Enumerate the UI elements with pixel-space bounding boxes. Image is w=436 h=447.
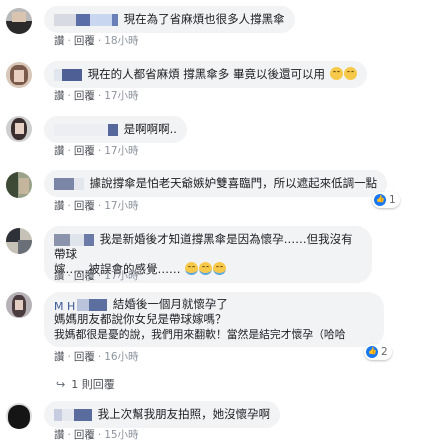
reply-link[interactable]: 回覆 bbox=[74, 351, 95, 363]
reaction-count[interactable]: 2 bbox=[364, 344, 392, 360]
comment-text: 據說撐傘是怕老天爺嫉妒雙喜臨門，所以遮起來低調一點 bbox=[89, 176, 378, 190]
comment-meta: 讚 · 回覆 · 17小時 bbox=[54, 145, 139, 157]
cry-emoji bbox=[213, 262, 227, 275]
commenter-name[interactable]: M H bbox=[54, 298, 108, 313]
like-link[interactable]: 讚 bbox=[54, 35, 65, 47]
like-link[interactable]: 讚 bbox=[54, 145, 65, 157]
reply-arrow-icon: ↪ bbox=[56, 377, 66, 391]
comment-text: 結婚後一個月就懷孕了 bbox=[112, 297, 228, 311]
reply-link[interactable]: 回覆 bbox=[74, 270, 95, 282]
timestamp: 18小時 bbox=[104, 35, 139, 47]
timestamp: 16小時 bbox=[104, 351, 139, 363]
reply-link[interactable]: 回覆 bbox=[74, 145, 95, 157]
comment-text: 我媽都很是憂的說，我們用來翻軟！當然是結完才懷孕（哈哈 bbox=[54, 328, 346, 341]
cry-emoji bbox=[199, 262, 213, 275]
cry-emoji bbox=[185, 262, 199, 275]
avatar[interactable] bbox=[6, 62, 32, 88]
commenter-name[interactable] bbox=[54, 123, 118, 136]
timestamp: 17小時 bbox=[104, 200, 139, 212]
timestamp: 17小時 bbox=[104, 270, 139, 282]
commenter-name[interactable] bbox=[54, 177, 84, 190]
reply-link[interactable]: 回覆 bbox=[74, 35, 95, 47]
like-icon bbox=[366, 346, 378, 358]
like-link[interactable]: 讚 bbox=[54, 429, 65, 441]
avatar[interactable] bbox=[6, 8, 32, 34]
reaction-count[interactable]: 1 bbox=[372, 192, 400, 208]
commenter-name[interactable] bbox=[54, 408, 92, 421]
comment-bubble: 據說撐傘是怕老天爺嫉妒雙喜臨門，所以遮起來低調一點 bbox=[44, 170, 388, 197]
laugh-emoji bbox=[343, 67, 357, 80]
avatar[interactable] bbox=[6, 228, 32, 254]
comment-meta: 讚 · 回覆 · 17小時 bbox=[54, 90, 139, 102]
timestamp: 17小時 bbox=[104, 90, 139, 102]
like-link[interactable]: 讚 bbox=[54, 90, 65, 102]
comment-meta: 讚 · 回覆 · 17小時 bbox=[54, 270, 139, 282]
like-link[interactable]: 讚 bbox=[54, 270, 65, 282]
comment-bubble: 現在為了省麻煩也很多人撐黑傘 bbox=[44, 6, 295, 33]
reply-link[interactable]: 回覆 bbox=[74, 429, 95, 441]
avatar[interactable] bbox=[6, 292, 32, 318]
comment-meta: 讚 · 回覆 · 17小時 bbox=[54, 200, 139, 212]
comment-bubble: M H 結婚後一個月就懷孕了 媽媽朋友都說你女兒是帶球嫁嗎？ 我媽都很是憂的說，… bbox=[44, 292, 384, 347]
comment-text: 我上次幫我朋友拍照，她沒懷孕啊 bbox=[97, 407, 271, 421]
comment-text: 我是新婚後才知道撐黑傘是因為懷孕……但我沒有帶球 bbox=[54, 232, 353, 261]
commenter-name[interactable] bbox=[54, 13, 118, 26]
laugh-emoji bbox=[329, 67, 343, 80]
comment-text: 是啊啊啊.. bbox=[123, 122, 177, 136]
reply-link[interactable]: 回覆 bbox=[74, 90, 95, 102]
like-icon bbox=[374, 194, 386, 206]
like-link[interactable]: 讚 bbox=[54, 200, 65, 212]
reply-link[interactable]: 回覆 bbox=[74, 200, 95, 212]
comment-bubble: 現在的人都省麻煩 撐黑傘多 畢竟以後還可以用 bbox=[44, 61, 367, 88]
avatar[interactable] bbox=[6, 116, 32, 142]
avatar[interactable] bbox=[6, 172, 32, 198]
timestamp: 15小時 bbox=[104, 429, 139, 441]
comment-text: 現在的人都省麻煩 撐黑傘多 畢竟以後還可以用 bbox=[87, 67, 325, 81]
comment-meta: 讚 · 回覆 · 16小時 bbox=[54, 351, 139, 363]
comment-bubble: 是啊啊啊.. bbox=[44, 116, 187, 143]
timestamp: 17小時 bbox=[104, 145, 139, 157]
like-link[interactable]: 讚 bbox=[54, 351, 65, 363]
comment-meta: 讚 · 回覆 · 18小時 bbox=[54, 35, 139, 47]
commenter-name[interactable] bbox=[54, 68, 82, 81]
commenter-name[interactable] bbox=[54, 233, 94, 246]
comment-text: 現在為了省麻煩也很多人撐黑傘 bbox=[123, 12, 285, 26]
avatar[interactable] bbox=[6, 403, 32, 429]
comment-bubble: 我上次幫我朋友拍照，她沒懷孕啊 bbox=[44, 401, 281, 428]
comment-meta: 讚 · 回覆 · 15小時 bbox=[54, 429, 139, 441]
comment-text: 媽媽朋友都說你女兒是帶球嫁嗎？ bbox=[54, 312, 227, 326]
view-replies-link[interactable]: ↪ 1 則回覆 bbox=[56, 376, 115, 392]
